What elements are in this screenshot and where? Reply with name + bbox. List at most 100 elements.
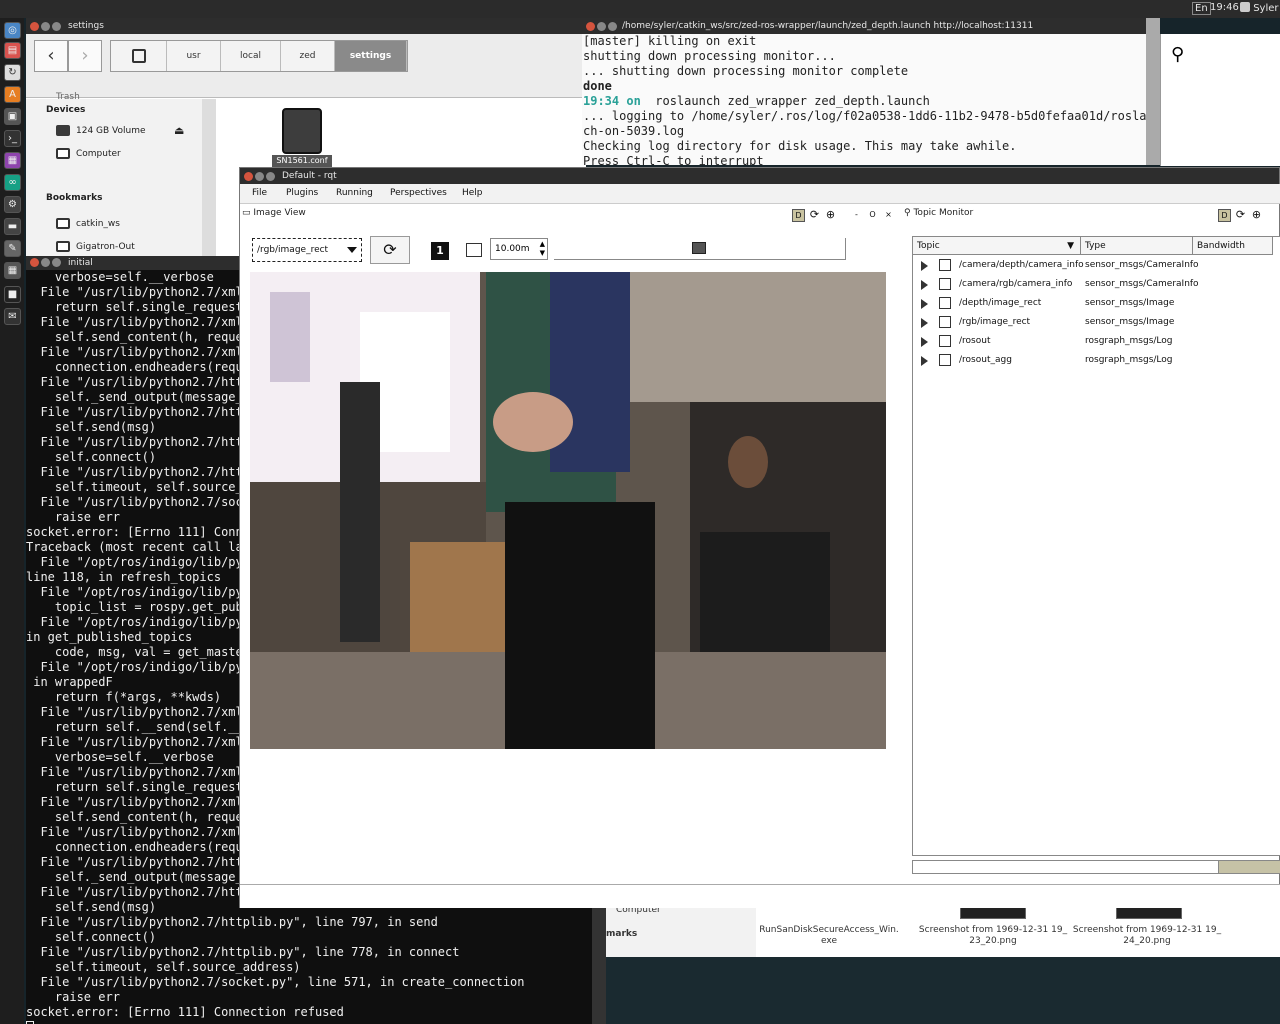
updater-icon[interactable]: ↻ bbox=[4, 64, 21, 81]
breadcrumb-local[interactable]: local bbox=[221, 41, 281, 71]
sidebar-scrollbar[interactable] bbox=[202, 99, 216, 263]
keyboard-layout-indicator[interactable]: En bbox=[1192, 2, 1211, 15]
files-icon[interactable]: ▤ bbox=[4, 42, 21, 59]
titlebar[interactable]: Default - rqt bbox=[240, 168, 1279, 184]
maximize-icon[interactable] bbox=[52, 22, 61, 31]
sidebar-item-trash[interactable]: Trash bbox=[56, 89, 80, 105]
menu-plugins[interactable]: Plugins bbox=[286, 188, 318, 198]
arduino-icon[interactable]: ∞ bbox=[4, 174, 21, 191]
system-settings-icon[interactable]: ⚙ bbox=[4, 196, 21, 213]
minimize-icon[interactable] bbox=[41, 258, 50, 267]
image-view-minimize-button[interactable]: - bbox=[850, 209, 863, 222]
spin-arrows-icon[interactable]: ▲ ▼ bbox=[540, 240, 545, 258]
table-row[interactable]: /depth/image_rect sensor_msgs/Image bbox=[913, 294, 1280, 313]
topic-monitor-options-icon[interactable]: ⊕ bbox=[1250, 209, 1263, 222]
expand-arrow-icon[interactable] bbox=[921, 356, 928, 366]
topic-checkbox[interactable] bbox=[939, 297, 951, 309]
close-icon[interactable] bbox=[586, 22, 595, 31]
user-menu[interactable]: Syler bbox=[1240, 2, 1279, 14]
clock[interactable]: 19:46 bbox=[1210, 2, 1239, 13]
back-button[interactable]: ‹ bbox=[34, 40, 68, 72]
close-icon[interactable] bbox=[30, 258, 39, 267]
breadcrumb-usr[interactable]: usr bbox=[167, 41, 221, 71]
image-view-float-button[interactable]: O bbox=[866, 209, 879, 222]
maximize-icon[interactable] bbox=[266, 172, 275, 181]
menu-file[interactable]: File bbox=[252, 188, 267, 198]
dash-icon[interactable]: ◎ bbox=[4, 22, 21, 39]
topic-monitor-hscrollbar[interactable] bbox=[912, 860, 1280, 874]
forward-button[interactable]: › bbox=[68, 40, 102, 72]
refresh-topics-button[interactable]: ⟳ bbox=[370, 236, 410, 264]
table-row[interactable]: /camera/rgb/camera_info sensor_msgs/Camer… bbox=[913, 275, 1280, 294]
expand-arrow-icon[interactable] bbox=[921, 280, 928, 290]
software-center-icon[interactable]: A bbox=[4, 86, 21, 103]
breadcrumb-settings[interactable]: settings bbox=[335, 41, 407, 71]
sidebar-item-volume[interactable]: 124 GB Volume ⏏ bbox=[56, 123, 196, 139]
app-icon[interactable]: ■ bbox=[4, 286, 21, 303]
topic-monitor-d-button[interactable]: D bbox=[1218, 209, 1231, 222]
terminal-scrollbar[interactable] bbox=[1146, 18, 1160, 165]
close-icon[interactable] bbox=[30, 22, 39, 31]
eject-icon[interactable]: ⏏ bbox=[174, 123, 184, 139]
column-header-bandwidth[interactable]: Bandwidth bbox=[1193, 237, 1273, 255]
table-row[interactable]: /rosout rosgraph_msgs/Log bbox=[913, 332, 1280, 351]
minimize-icon[interactable] bbox=[41, 22, 50, 31]
image-view-options-icon[interactable]: ⊕ bbox=[824, 209, 837, 222]
file-icon[interactable] bbox=[282, 108, 322, 154]
topic-checkbox[interactable] bbox=[939, 354, 951, 366]
media-icon[interactable]: ▦ bbox=[4, 152, 21, 169]
expand-arrow-icon[interactable] bbox=[921, 318, 928, 328]
one-to-one-button[interactable]: 1 bbox=[420, 236, 460, 264]
file-item[interactable]: RunSanDiskSecureAccess_Win. exe bbox=[754, 925, 904, 947]
menu-perspectives[interactable]: Perspectives bbox=[390, 188, 447, 198]
image-view-close-button[interactable]: × bbox=[882, 209, 895, 222]
maximize-icon[interactable] bbox=[52, 258, 61, 267]
slider-handle[interactable] bbox=[692, 242, 706, 254]
mail-icon[interactable]: ✉ bbox=[4, 308, 21, 325]
zoom-slider[interactable] bbox=[554, 238, 846, 260]
column-header-type[interactable]: Type bbox=[1081, 237, 1193, 255]
smooth-checkbox[interactable] bbox=[466, 243, 482, 257]
minimize-icon[interactable] bbox=[255, 172, 264, 181]
edit-icon[interactable]: ✎ bbox=[4, 240, 21, 257]
expand-arrow-icon[interactable] bbox=[921, 337, 928, 347]
topic-checkbox[interactable] bbox=[939, 259, 951, 271]
menu-running[interactable]: Running bbox=[336, 188, 373, 198]
file-item[interactable]: Screenshot from 1969-12-31 19_ 24_20.png bbox=[1072, 925, 1222, 947]
table-row[interactable]: /rosout_agg rosgraph_msgs/Log bbox=[913, 351, 1280, 370]
topic-checkbox[interactable] bbox=[939, 335, 951, 347]
maximize-icon[interactable] bbox=[608, 22, 617, 31]
topic-checkbox[interactable] bbox=[939, 316, 951, 328]
titlebar[interactable]: /home/syler/catkin_ws/src/zed-ros-wrappe… bbox=[582, 18, 1146, 34]
file-name[interactable]: SN1561.conf bbox=[272, 155, 332, 167]
titlebar[interactable]: settings bbox=[26, 18, 586, 34]
file-label: Screenshot from 1969-12-31 19_ 24_20.png bbox=[1072, 925, 1222, 946]
close-icon[interactable] bbox=[244, 172, 253, 181]
dark-app-icon[interactable]: ▬ bbox=[4, 218, 21, 235]
breadcrumb-root[interactable] bbox=[111, 41, 167, 71]
column-header-topic[interactable]: Topic ▼ bbox=[913, 237, 1081, 255]
image-view-d-button[interactable]: D bbox=[792, 209, 805, 222]
sidebar-item-catkin-ws[interactable]: catkin_ws bbox=[56, 216, 120, 232]
expand-arrow-icon[interactable] bbox=[921, 261, 928, 271]
menu-help[interactable]: Help bbox=[462, 188, 483, 198]
terminal-output[interactable]: [master] killing on exit shutting down pr… bbox=[582, 34, 1146, 165]
timeout-spinbox[interactable]: 10.00m ▲ ▼ bbox=[490, 238, 548, 260]
image-view-reload-icon[interactable]: ⟳ bbox=[808, 209, 821, 222]
topic-monitor-reload-icon[interactable]: ⟳ bbox=[1234, 209, 1247, 222]
search-replace-icon[interactable]: ⚲ bbox=[1171, 44, 1184, 65]
sidebar-item-gigatron-out[interactable]: Gigatron-Out bbox=[56, 239, 135, 255]
terminal-icon[interactable]: ▣ bbox=[4, 108, 21, 125]
file-item[interactable]: Screenshot from 1969-12-31 19_ 23_20.png bbox=[918, 925, 1068, 947]
expand-arrow-icon[interactable] bbox=[921, 299, 928, 309]
minimize-icon[interactable] bbox=[597, 22, 606, 31]
topic-select[interactable]: /rgb/image_rect bbox=[252, 238, 362, 262]
scrollbar-thumb[interactable] bbox=[913, 861, 1219, 873]
table-row[interactable]: /rgb/image_rect sensor_msgs/Image bbox=[913, 313, 1280, 332]
sidebar-item-computer[interactable]: Computer bbox=[56, 146, 121, 162]
topic-checkbox[interactable] bbox=[939, 278, 951, 290]
table-row[interactable]: /camera/depth/camera_info sensor_msgs/Cam… bbox=[913, 256, 1280, 275]
breadcrumb-zed[interactable]: zed bbox=[281, 41, 335, 71]
terminal-alt-icon[interactable]: ›_ bbox=[4, 130, 21, 147]
workspace-switcher-icon[interactable]: ▦ bbox=[4, 262, 21, 279]
